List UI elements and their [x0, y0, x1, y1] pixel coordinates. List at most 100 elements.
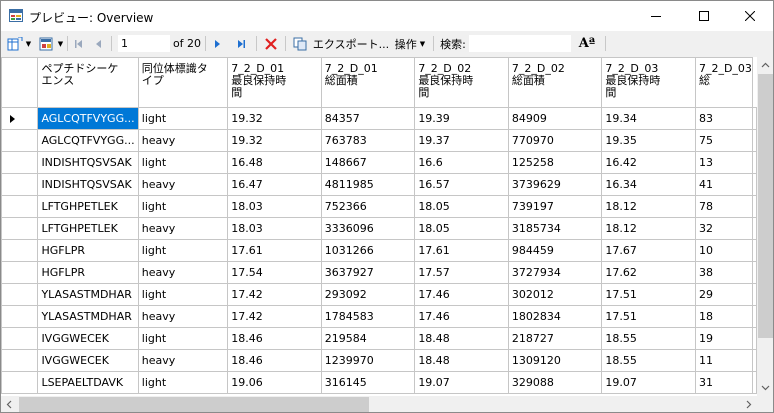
table-cell[interactable]: 19.37 — [414, 129, 509, 152]
table-cell[interactable]: light — [137, 107, 229, 130]
table-row[interactable]: INDISHTQSVSAK light 16.48 148667 16.6 125258 1… — [1, 151, 757, 174]
table-cell[interactable]: IVGGWECEK — [37, 327, 139, 350]
row-header[interactable] — [1, 261, 39, 284]
last-page-button[interactable] — [232, 31, 250, 56]
table-row[interactable]: YLASASTMDHAR light 17.42 293092 17.46 302012 1… — [1, 283, 757, 306]
row-header[interactable] — [1, 239, 39, 262]
table-cell[interactable]: 763783 — [320, 129, 416, 152]
table-cell[interactable]: YLASASTMDHAR — [37, 283, 139, 306]
row-header[interactable] — [1, 151, 39, 174]
table-cell[interactable]: 13 — [694, 151, 754, 174]
row-header[interactable] — [1, 107, 39, 130]
row-header[interactable] — [1, 283, 39, 306]
table-cell[interactable]: 11 — [694, 349, 754, 372]
vertical-scrollbar[interactable] — [757, 57, 774, 396]
export-button[interactable]: エクスポート... — [313, 31, 389, 56]
table-cell[interactable]: 17.61 — [227, 239, 322, 262]
table-cell[interactable]: 19.39 — [414, 107, 509, 130]
table-cell[interactable]: 84357 — [320, 107, 416, 130]
table-cell[interactable]: 18.48 — [414, 349, 509, 372]
row-header[interactable] — [1, 305, 39, 328]
table-cell[interactable]: 219584 — [320, 327, 416, 350]
table-cell[interactable]: heavy — [137, 129, 229, 152]
table-cell[interactable]: 3637927 — [320, 261, 416, 284]
filter-dropdown-button[interactable]: ▼ — [36, 31, 66, 56]
prev-page-button[interactable] — [90, 31, 108, 56]
copy-button[interactable] — [290, 31, 310, 56]
table-cell[interactable]: 17.51 — [601, 283, 696, 306]
table-cell[interactable]: 3727934 — [507, 261, 603, 284]
column-header[interactable]: 7_2_D_02 総面積 — [507, 57, 603, 108]
row-header[interactable] — [1, 173, 39, 196]
table-cell[interactable]: 17.42 — [227, 283, 322, 306]
table-cell[interactable]: 302012 — [507, 283, 603, 306]
table-cell[interactable]: LSEPAELTDAVK — [37, 371, 139, 394]
table-cell[interactable]: HGFLPR — [37, 261, 139, 284]
table-row[interactable]: LFTGHPETLEK heavy 18.03 3336096 18.05 3185734… — [1, 217, 757, 240]
table-cell[interactable]: 3336096 — [320, 217, 416, 240]
table-cell[interactable]: light — [137, 327, 229, 350]
table-cell[interactable]: YLASASTMDHAR — [37, 305, 139, 328]
close-button[interactable] — [727, 1, 773, 31]
search-input[interactable] — [469, 35, 571, 52]
table-cell[interactable]: 32 — [694, 217, 754, 240]
operations-menu[interactable]: 操作 ▼ — [389, 31, 431, 56]
table-row[interactable]: INDISHTQSVSAK heavy 16.47 4811985 16.57 37396… — [1, 173, 757, 196]
table-cell[interactable]: 19.06 — [227, 371, 322, 394]
table-cell[interactable]: 752366 — [320, 195, 416, 218]
table-cell[interactable]: 125258 — [507, 151, 603, 174]
row-header[interactable] — [1, 327, 39, 350]
table-cell[interactable]: 17.61 — [414, 239, 509, 262]
table-cell[interactable]: 3739629 — [507, 173, 603, 196]
table-cell[interactable]: 19.34 — [601, 107, 696, 130]
table-cell[interactable]: 19.07 — [601, 371, 696, 394]
table-cell[interactable]: 84909 — [507, 107, 603, 130]
table-row[interactable]: HGFLPR heavy 17.54 3637927 17.57 3727934 17.62… — [1, 261, 757, 284]
row-header[interactable] — [1, 195, 39, 218]
table-row[interactable]: YLASASTMDHAR heavy 17.42 1784583 17.46 180283… — [1, 305, 757, 328]
scroll-right-icon[interactable] — [740, 396, 757, 413]
table-row[interactable]: LSEPAELTDAVK light 19.06 316145 19.07 329088 1… — [1, 371, 757, 394]
delete-button[interactable] — [262, 31, 280, 56]
row-header[interactable] — [1, 349, 39, 372]
table-cell[interactable]: 19 — [694, 327, 754, 350]
column-header[interactable]: 7_2_D_01 最良保持時 間 — [227, 57, 322, 108]
table-cell[interactable]: 29 — [694, 283, 754, 306]
scroll-down-icon[interactable] — [757, 379, 774, 396]
table-cell[interactable]: 1239970 — [320, 349, 416, 372]
vertical-scroll-thumb[interactable] — [758, 74, 773, 338]
table-cell[interactable]: heavy — [137, 217, 229, 240]
minimize-button[interactable] — [633, 1, 679, 31]
table-cell[interactable]: 19.35 — [601, 129, 696, 152]
table-cell[interactable]: 148667 — [320, 151, 416, 174]
table-cell[interactable]: 19.32 — [227, 107, 322, 130]
horizontal-scrollbar[interactable] — [1, 396, 757, 413]
table-cell[interactable]: 17.57 — [414, 261, 509, 284]
table-row[interactable]: AGLCQTFVYGG... light 19.32 84357 19.39 84909 1… — [1, 107, 757, 130]
table-cell[interactable]: 984459 — [507, 239, 603, 262]
column-header[interactable]: 7_2_D_01 総面積 — [320, 57, 416, 108]
table-cell[interactable]: 38 — [694, 261, 754, 284]
table-cell[interactable]: 293092 — [320, 283, 416, 306]
table-cell[interactable]: 18.12 — [601, 217, 696, 240]
row-header[interactable] — [1, 129, 39, 152]
table-cell[interactable]: 316145 — [320, 371, 416, 394]
table-cell[interactable]: 16.42 — [601, 151, 696, 174]
table-cell[interactable]: heavy — [137, 173, 229, 196]
table-cell[interactable]: 1031266 — [320, 239, 416, 262]
table-row[interactable]: IVGGWECEK heavy 18.46 1239970 18.48 1309120 18… — [1, 349, 757, 372]
table-cell[interactable]: 17.67 — [601, 239, 696, 262]
column-header[interactable]: 7_2_D_02 最良保持時 間 — [414, 57, 509, 108]
table-cell[interactable]: 18.03 — [227, 217, 322, 240]
table-cell[interactable]: LFTGHPETLEK — [37, 217, 139, 240]
table-cell[interactable]: INDISHTQSVSAK — [37, 173, 139, 196]
row-header[interactable] — [1, 371, 39, 394]
table-cell[interactable]: 4811985 — [320, 173, 416, 196]
table-cell[interactable]: IVGGWECEK — [37, 349, 139, 372]
table-cell[interactable]: 16.47 — [227, 173, 322, 196]
table-cell[interactable]: 218727 — [507, 327, 603, 350]
table-cell[interactable]: 16.6 — [414, 151, 509, 174]
table-cell[interactable]: light — [137, 151, 229, 174]
table-cell[interactable]: 18.03 — [227, 195, 322, 218]
table-cell[interactable]: AGLCQTFVYGG... — [37, 129, 139, 152]
